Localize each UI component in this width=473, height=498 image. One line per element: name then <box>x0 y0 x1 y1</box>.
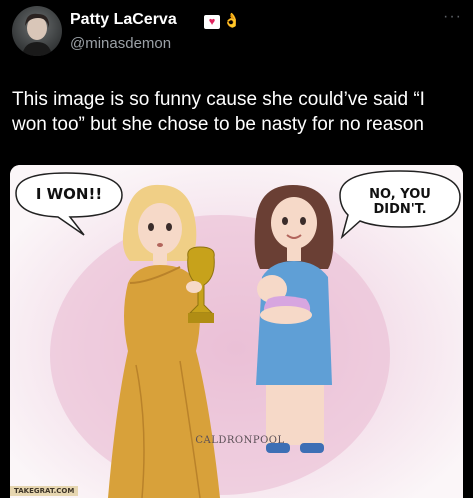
watermark: TAKEGRAT.COM <box>10 486 79 496</box>
tweet-header: Patty LaCerva ♥ 👌 @minasdemon ··· <box>12 6 462 62</box>
heart-icon: ♥ <box>204 15 220 29</box>
hand-icon: 👌 <box>223 12 241 28</box>
avatar[interactable] <box>12 6 62 56</box>
tweet-media[interactable]: I WON!! NO, YOU DIDN'T. CALDRONPOOL TAKE… <box>10 165 463 498</box>
caldronpool-logo: CALDRONPOOL <box>195 435 285 446</box>
bubble-left-text: I WON!! <box>35 185 103 203</box>
author-handle[interactable]: @minasdemon <box>70 35 171 52</box>
more-options-icon[interactable]: ··· <box>443 8 462 26</box>
tweet-post: Patty LaCerva ♥ 👌 @minasdemon ··· This im… <box>0 0 473 498</box>
tweet-text: This image is so funny cause she could’v… <box>12 89 425 135</box>
badges: ♥ 👌 <box>204 12 240 29</box>
bubble-right-text: NO, YOU DIDN'T. <box>369 187 431 217</box>
author-name[interactable]: Patty LaCerva <box>70 11 177 29</box>
